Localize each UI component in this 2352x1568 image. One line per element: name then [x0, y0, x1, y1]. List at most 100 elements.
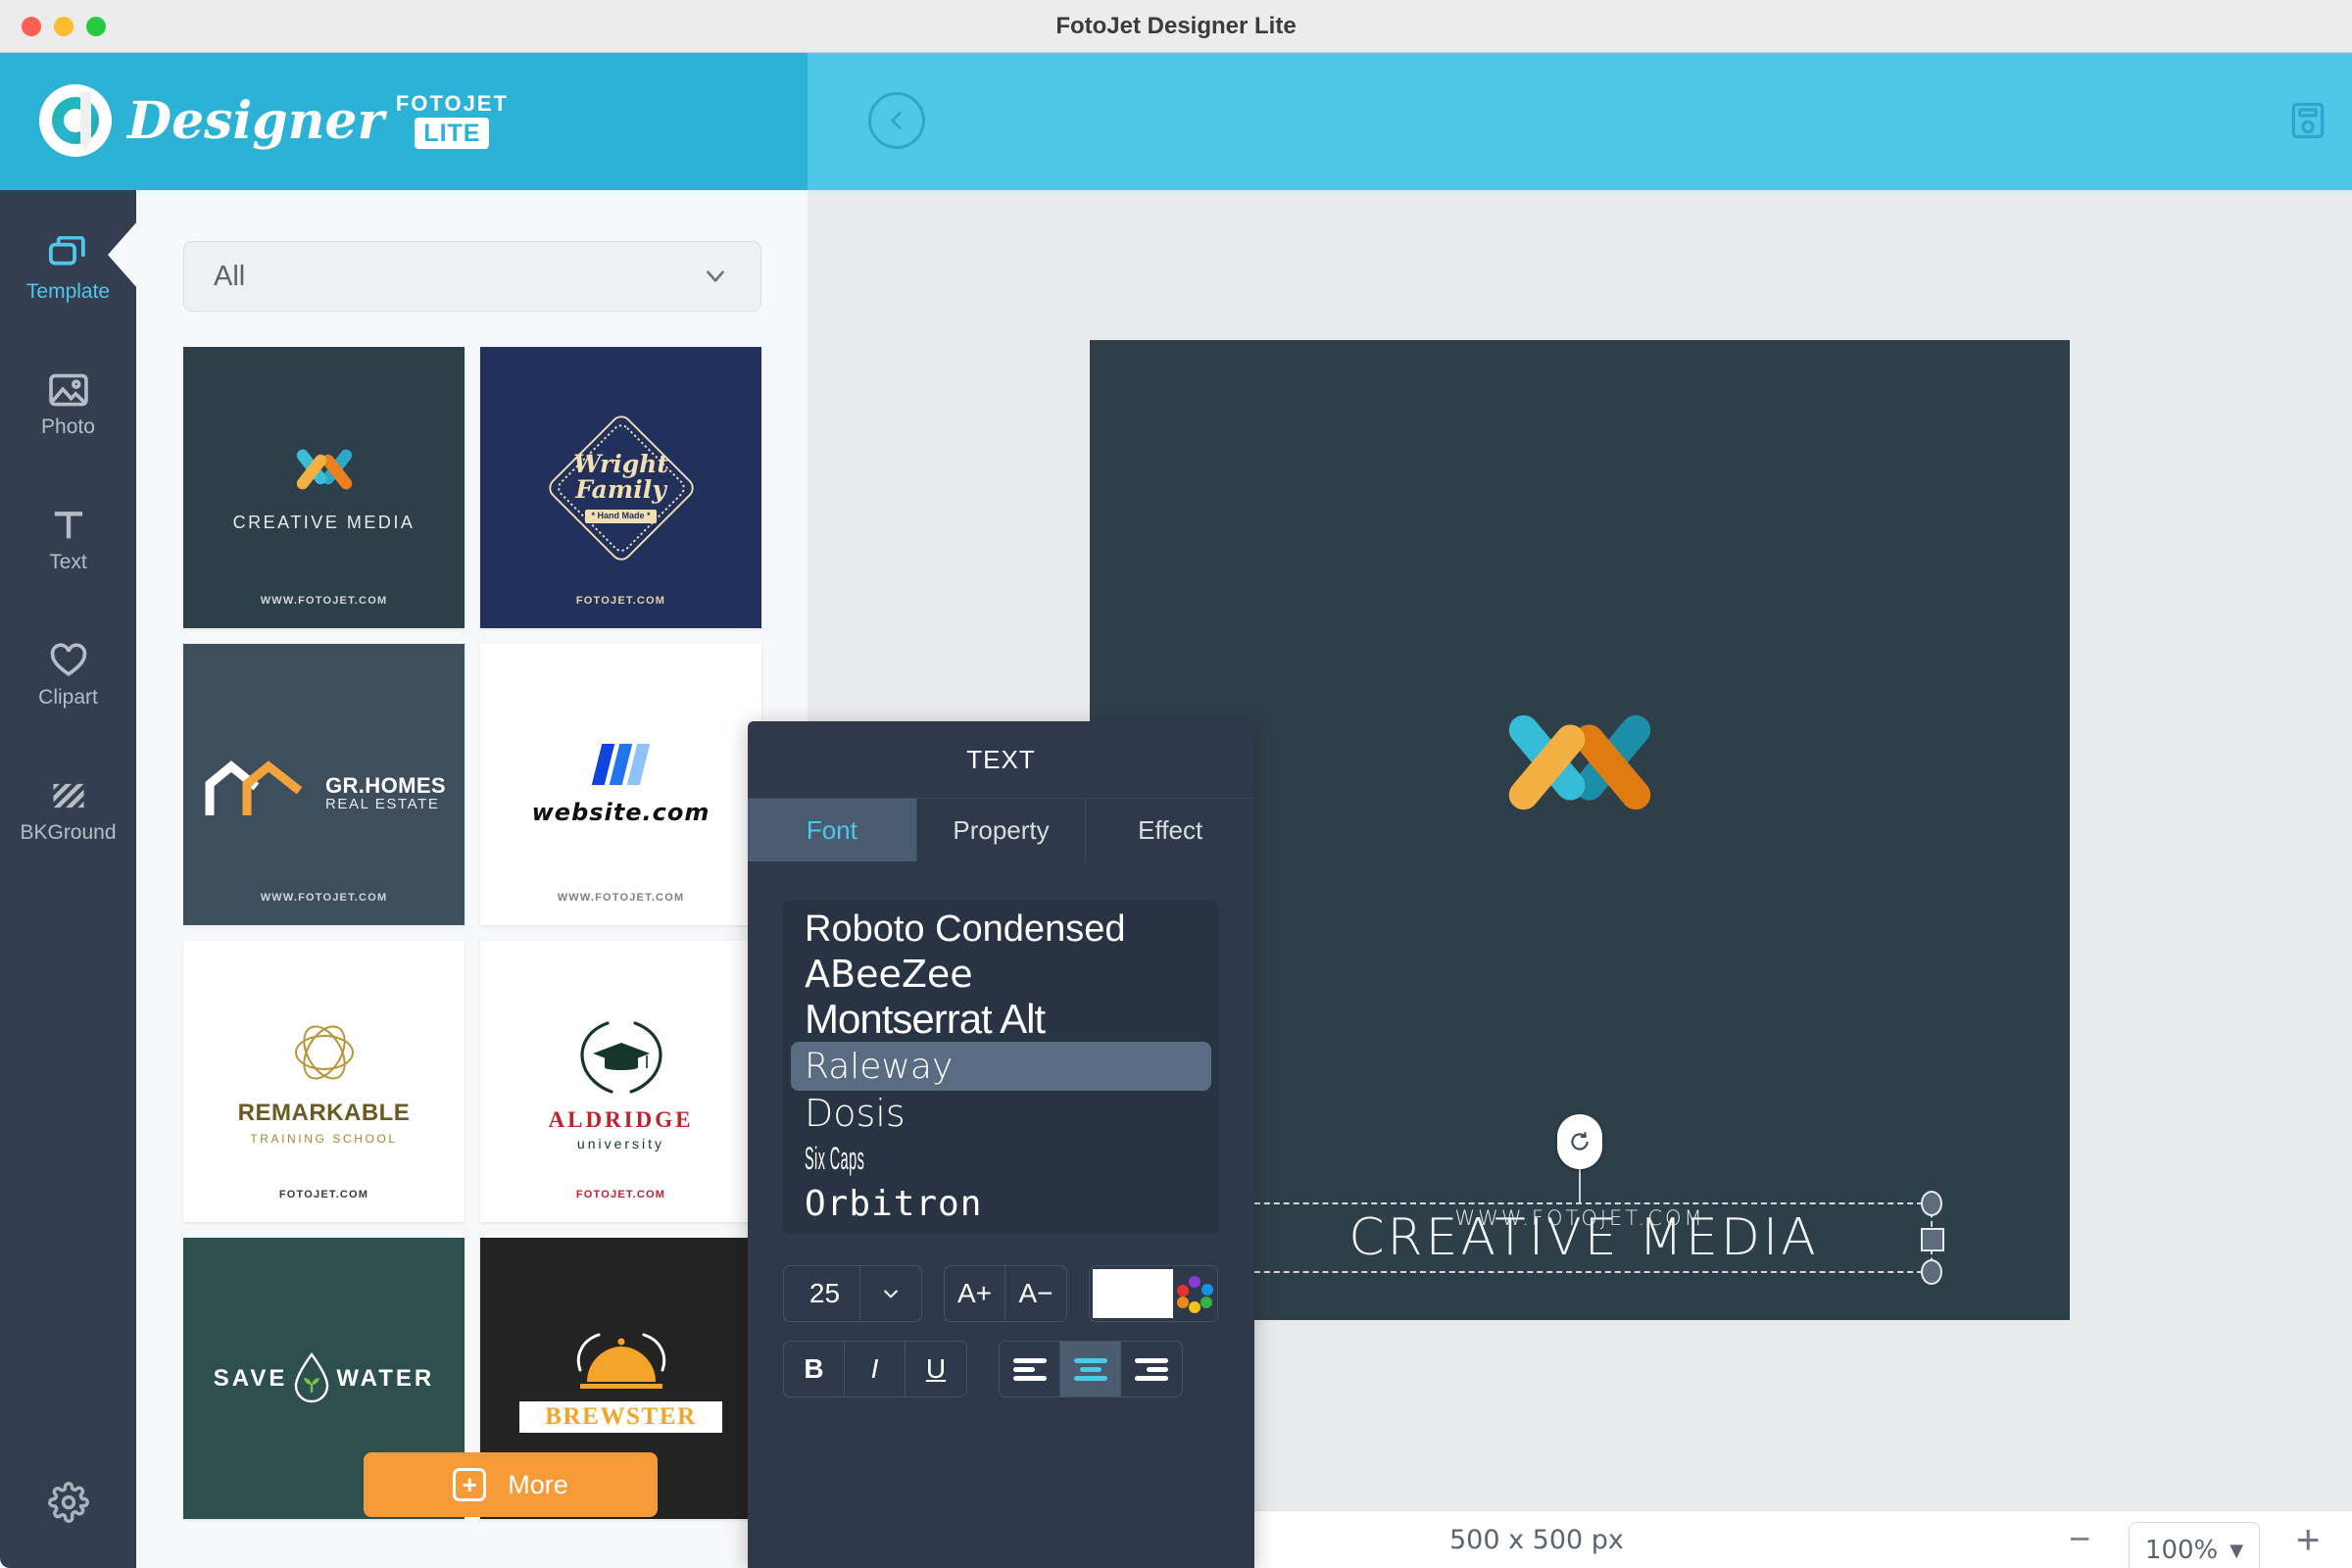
plus-box-icon: +: [453, 1468, 487, 1501]
sidebar-item-clipart[interactable]: Clipart: [0, 619, 136, 731]
text-align-group[interactable]: [999, 1341, 1183, 1397]
chevron-down-icon: [700, 264, 731, 294]
template-grid: CREATIVE MEDIA WWW.FOTOJET.COM Wright Fa…: [183, 347, 779, 1568]
settings-button[interactable]: [0, 1482, 136, 1523]
active-pointer: [108, 221, 137, 288]
italic-button[interactable]: I: [845, 1342, 906, 1396]
template-title: CREATIVE MEDIA: [232, 513, 416, 532]
underline-button[interactable]: U: [906, 1342, 966, 1396]
align-center-icon: [1073, 1354, 1107, 1385]
chevron-left-icon: [891, 112, 902, 129]
text-panel-row-size: 25 A+ A−: [783, 1265, 1218, 1322]
text-panel-row-style: B I U: [783, 1341, 1183, 1397]
brand-word: Designer: [127, 90, 384, 151]
zoom-level-select[interactable]: 100% ▼: [2129, 1522, 2260, 1568]
sidebar-item-photo-label: Photo: [41, 415, 95, 438]
increase-font-size-button[interactable]: A+: [945, 1266, 1005, 1321]
font-option-six-caps-label: Six Caps: [805, 1140, 865, 1176]
atom-orbit-icon: [289, 1017, 360, 1088]
template-card-gr-homes[interactable]: GR.HOMES REAL ESTATE WWW.FOTOJET.COM: [183, 644, 465, 925]
bars-logo-icon: [591, 743, 651, 785]
sidebar-item-text[interactable]: Text: [0, 484, 136, 596]
font-size-value[interactable]: 25: [784, 1266, 860, 1321]
template-card-creative-media[interactable]: CREATIVE MEDIA WWW.FOTOJET.COM: [183, 347, 465, 628]
tab-effect[interactable]: Effect: [1086, 798, 1255, 861]
sidebar-item-bkground[interactable]: BKGround: [0, 755, 136, 866]
save-button[interactable]: [2278, 90, 2338, 151]
template-title: REMARKABLE: [237, 1100, 411, 1126]
text-style-group[interactable]: B I U: [783, 1341, 967, 1397]
top-toolbar: Upgrade Now: [808, 53, 2352, 190]
brand-bar: Designer FOTOJET LITE: [0, 53, 808, 190]
cloche-wreath-icon: [548, 1325, 695, 1401]
font-option-abeezee[interactable]: ABeeZee: [783, 952, 1219, 997]
decrease-font-size-button[interactable]: A−: [1005, 1266, 1066, 1321]
diamond-frame-icon: Wright Family * Hand Made *: [538, 405, 705, 571]
gear-icon: [47, 1482, 89, 1523]
sidebar-item-clipart-label: Clipart: [38, 685, 98, 709]
template-title: GR.HOMES: [325, 772, 446, 798]
zoom-level-value: 100%: [2144, 1536, 2219, 1565]
handle-middle-right[interactable]: [1921, 1228, 1944, 1251]
app-logo: Designer FOTOJET LITE: [39, 84, 509, 157]
template-footer: FOTOJET.COM: [575, 595, 666, 607]
align-center-button[interactable]: [1060, 1342, 1121, 1396]
text-panel-title: TEXT: [966, 744, 1036, 774]
tab-property[interactable]: Property: [916, 798, 1087, 861]
font-size-adjust-group[interactable]: A+ A−: [944, 1265, 1067, 1322]
more-templates-button[interactable]: + More: [364, 1452, 658, 1517]
save-icon: [2291, 102, 2325, 139]
x-cross-logo-icon: [293, 442, 355, 497]
template-icon: [48, 235, 85, 266]
graduation-cap-wreath-icon: [563, 1011, 680, 1102]
zoom-out-button[interactable]: −: [2069, 1521, 2090, 1558]
template-footer: FOTOJET.COM: [575, 1189, 666, 1200]
zoom-in-button[interactable]: +: [2296, 1519, 2321, 1560]
align-left-button[interactable]: [1000, 1342, 1060, 1396]
template-filter-select[interactable]: All: [183, 241, 761, 312]
font-option-dosis[interactable]: Dosis: [783, 1091, 1219, 1136]
font-list[interactable]: Roboto Condensed ABeeZee Montserrat Alt …: [783, 901, 1219, 1234]
template-filter-value: All: [214, 260, 246, 292]
text-panel-tabs: Font Property Effect: [748, 798, 1255, 861]
canvas-logo-object[interactable]: [1502, 693, 1657, 830]
brand-tag: FOTOJET LITE: [396, 92, 509, 149]
template-card-website-com[interactable]: website.com WWW.FOTOJET.COM: [480, 644, 761, 925]
font-size-stepper[interactable]: 25: [783, 1265, 922, 1322]
font-option-orbitron[interactable]: Orbitron: [783, 1181, 1219, 1226]
font-option-six-caps[interactable]: Six Caps: [783, 1136, 1219, 1181]
template-badge: * Hand Made *: [585, 510, 657, 523]
handle-bottom-right[interactable]: [1921, 1259, 1942, 1285]
clipart-heart-icon: [50, 642, 86, 676]
template-row: GR.HOMES REAL ESTATE WWW.FOTOJET.COM web…: [183, 644, 779, 925]
current-color-swatch: [1093, 1269, 1174, 1318]
template-subtitle: TRAINING SCHOOL: [250, 1132, 398, 1146]
text-color-picker[interactable]: [1089, 1265, 1218, 1322]
font-option-montserrat-alt[interactable]: Montserrat Alt: [783, 997, 1219, 1042]
brand-lite-badge: LITE: [415, 118, 490, 149]
tab-font[interactable]: Font: [748, 798, 917, 861]
template-card-remarkable[interactable]: REMARKABLE TRAINING SCHOOL FOTOJET.COM: [183, 941, 465, 1222]
back-button[interactable]: [868, 92, 925, 149]
brand-fotojet-label: FOTOJET: [395, 91, 509, 116]
bold-button[interactable]: B: [784, 1342, 845, 1396]
title-bar: FotoJet Designer Lite: [0, 0, 2352, 53]
template-card-wright-family[interactable]: Wright Family * Hand Made * FOTOJET.COM: [480, 347, 761, 628]
font-size-dropdown-button[interactable]: [860, 1266, 921, 1321]
color-wheel-icon: [1175, 1272, 1217, 1315]
sidebar-item-template[interactable]: Template: [0, 214, 137, 325]
template-row: REMARKABLE TRAINING SCHOOL FOTOJET.COM A…: [183, 941, 779, 1222]
font-option-raleway[interactable]: Raleway: [791, 1042, 1211, 1091]
sidebar-item-template-label: Template: [25, 279, 111, 303]
text-properties-panel: TEXT Font Property Effect Roboto Condens…: [748, 721, 1255, 1568]
align-right-button[interactable]: [1121, 1342, 1182, 1396]
text-icon: [54, 511, 82, 538]
rotate-handle[interactable]: [1557, 1114, 1602, 1169]
sidebar-item-photo[interactable]: Photo: [0, 349, 136, 461]
template-title: BREWSTER: [519, 1400, 722, 1433]
font-option-roboto-condensed[interactable]: Roboto Condensed: [783, 906, 1219, 952]
template-card-aldridge[interactable]: ALDRIDGE university FOTOJET.COM: [480, 941, 761, 1222]
app-window: FotoJet Designer Lite Designer FOTOJET L…: [0, 0, 2352, 1568]
template-panel: All CREATIVE MEDIA WWW.FOTOJET.COM Wrigh…: [136, 190, 808, 1568]
template-title: Wright Family: [573, 449, 668, 505]
